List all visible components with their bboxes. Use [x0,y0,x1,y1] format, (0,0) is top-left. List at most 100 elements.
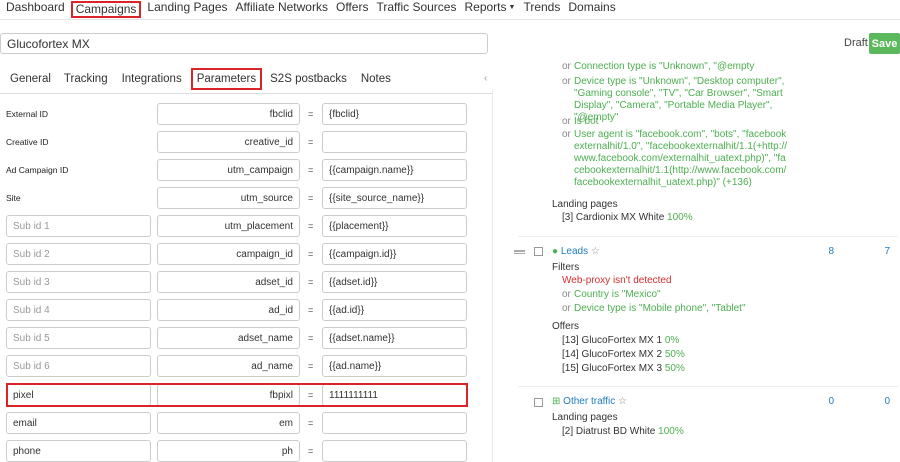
star-icon[interactable]: ☆ [591,246,600,257]
path-other-traffic[interactable]: ⊞ Other traffic ☆ [552,396,627,407]
param-key-input[interactable] [157,159,300,181]
filters-label: Filters [552,262,580,273]
nav-dashboard[interactable]: Dashboard [0,0,69,19]
nav-reports-label: Reports [464,0,507,14]
param-label: External ID [6,109,49,119]
param-value-input[interactable] [322,243,467,265]
or-label: or [562,76,571,87]
save-button[interactable]: Save [869,33,900,54]
param-row-sub-id-2: = [0,243,492,265]
nav-campaigns[interactable]: Campaigns [70,1,142,18]
flow-panel: or Connection type is "Unknown", "@empty… [500,58,900,462]
param-key-input[interactable] [157,299,300,321]
param-value-input[interactable] [322,271,467,293]
collapse-panel-icon[interactable]: ‹ [484,73,487,84]
custom-param-name-input[interactable] [6,412,151,434]
path-stat: 0 [884,396,890,407]
equals-sign: = [308,418,314,428]
param-value-input[interactable] [322,299,467,321]
nav-offers[interactable]: Offers [332,0,372,19]
nav-trends[interactable]: Trends [519,0,564,19]
sub-id-name-input[interactable] [6,327,151,349]
param-row-sub-id-5: = [0,327,492,349]
landing-page-name: [3] Cardionix MX White [562,212,665,223]
nav-reports[interactable]: Reports ▼ [460,0,519,19]
campaign-tabs: General Tracking Integrations Parameters… [0,68,492,90]
landing-page-weight: 100% [658,426,684,437]
offers-label: Offers [552,321,580,332]
custom-param-name-input[interactable] [6,440,151,462]
sub-id-name-input[interactable] [6,299,151,321]
param-row-ad-campaign-id: Ad Campaign ID = [0,159,492,181]
equals-sign: = [308,333,314,343]
nav-divider [0,19,900,20]
sub-id-name-input[interactable] [6,271,151,293]
nav-landing-pages[interactable]: Landing Pages [143,0,231,19]
tab-parameters[interactable]: Parameters [190,68,263,90]
equals-sign: = [308,305,314,315]
tab-notes[interactable]: Notes [361,68,391,90]
tab-integrations[interactable]: Integrations [122,68,182,90]
param-key-input[interactable] [157,384,300,406]
param-value-input[interactable] [322,131,467,153]
tab-tracking[interactable]: Tracking [64,68,108,90]
equals-sign: = [308,165,314,175]
custom-param-name-input[interactable] [6,384,151,406]
param-value-input[interactable] [322,187,467,209]
nav-domains[interactable]: Domains [564,0,619,19]
landing-page-weight: 100% [667,212,693,223]
path-checkbox[interactable] [534,247,543,256]
nav-affiliate-networks[interactable]: Affiliate Networks [232,0,332,19]
landing-page-name: [2] Diatrust BD White [562,426,656,437]
star-icon[interactable]: ☆ [618,396,627,407]
param-value-input[interactable] [322,440,467,462]
param-value-input[interactable] [322,327,467,349]
offer-item: [14] GlucoFortex MX 2 50% [562,349,685,360]
param-key-input[interactable] [157,440,300,462]
campaign-status: Draft [844,37,868,49]
path-leads[interactable]: ● Leads ☆ [552,246,600,257]
param-value-input[interactable] [322,103,467,125]
filter-condition: Device type is "Unknown", "Desktop compu… [574,76,785,123]
landing-pages-label: Landing pages [552,199,618,210]
param-value-input[interactable] [322,159,467,181]
param-value-input[interactable] [322,355,467,377]
param-key-input[interactable] [157,327,300,349]
path-name[interactable]: Leads [561,246,588,257]
param-key-input[interactable] [157,243,300,265]
equals-sign: = [308,277,314,287]
or-label: or [562,303,571,314]
param-label: Creative ID [6,137,49,147]
param-key-input[interactable] [157,215,300,237]
filter-condition: User agent is "facebook.com", "bots", "f… [574,129,788,188]
param-value-input[interactable] [322,412,467,434]
or-label: or [562,129,571,140]
tab-s2s-postbacks[interactable]: S2S postbacks [270,68,347,90]
param-key-input[interactable] [157,271,300,293]
param-key-input[interactable] [157,355,300,377]
drag-handle-icon[interactable] [514,250,525,254]
sub-id-name-input[interactable] [6,215,151,237]
param-row-sub-id-4: = [0,299,492,321]
offer-item: [13] GlucoFortex MX 1 0% [562,335,679,346]
param-key-input[interactable] [157,187,300,209]
parameters-list: External ID = Creative ID = Ad Campaign … [0,94,492,462]
param-value-input[interactable] [322,384,467,406]
filter-condition: Connection type is "Unknown", "@empty [574,61,755,72]
param-value-input[interactable] [322,215,467,237]
param-key-input[interactable] [157,103,300,125]
campaign-name-input[interactable] [0,33,488,54]
expand-icon[interactable]: ⊞ [552,396,560,407]
sub-id-name-input[interactable] [6,243,151,265]
tab-general[interactable]: General [10,68,51,90]
offer-name: [13] GlucoFortex MX 1 [562,335,663,346]
param-key-input[interactable] [157,131,300,153]
path-checkbox[interactable] [534,398,543,407]
param-key-input[interactable] [157,412,300,434]
sub-id-name-input[interactable] [6,355,151,377]
path-stat: 0 [828,396,834,407]
nav-traffic-sources[interactable]: Traffic Sources [372,0,460,19]
path-stat: 7 [884,246,890,257]
param-label: Site [6,193,21,203]
path-name[interactable]: Other traffic [563,396,615,407]
